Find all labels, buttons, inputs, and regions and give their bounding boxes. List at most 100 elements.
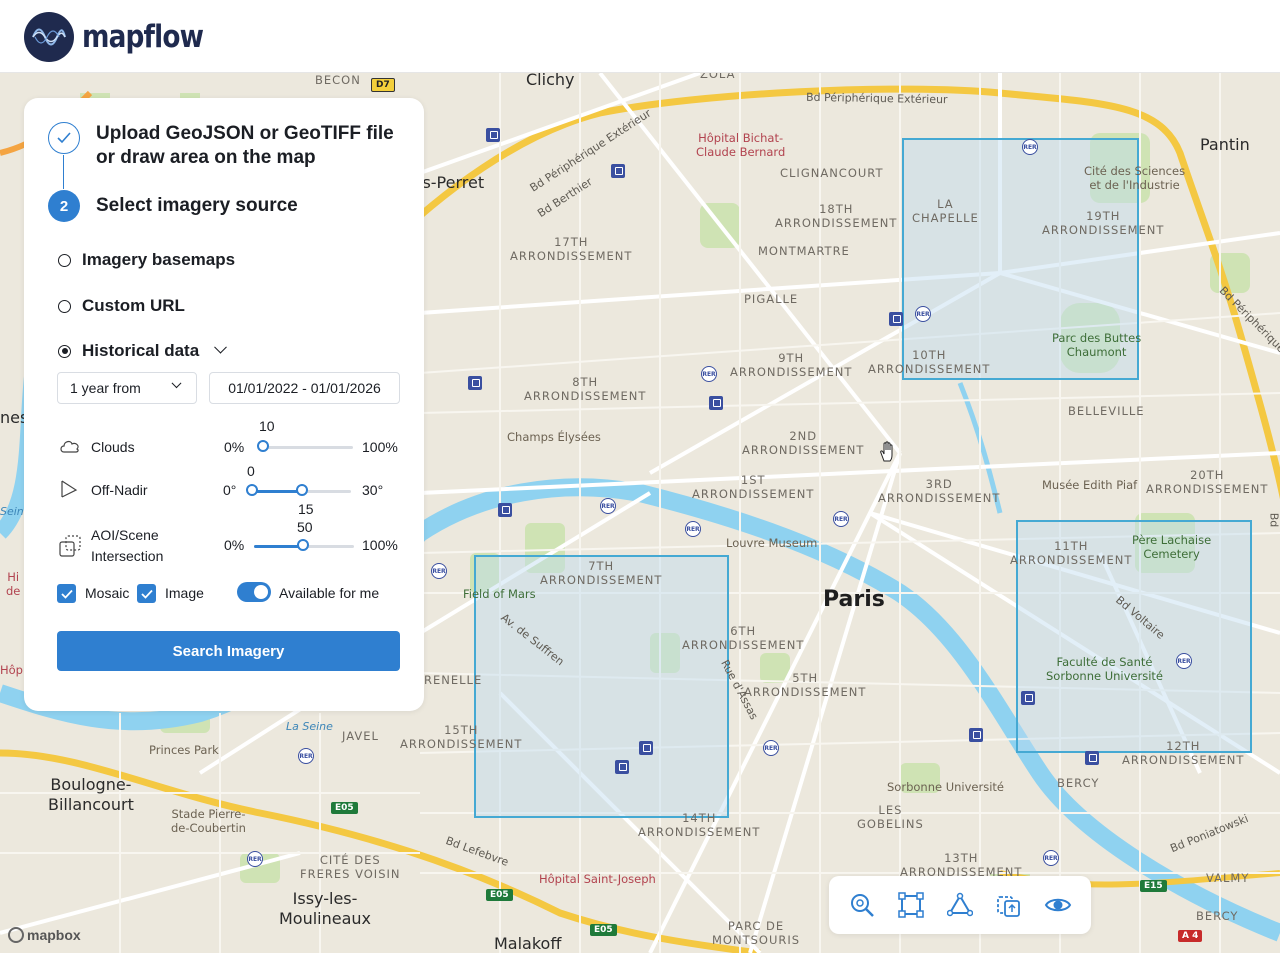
map-label-poi: Champs Élysées — [507, 430, 601, 444]
map-label-neighborhood: MONTMARTRE — [758, 244, 850, 258]
map-label-neighborhood: CLIGNANCOURT — [780, 166, 884, 180]
off-nadir-slider-low-thumb[interactable] — [246, 484, 258, 496]
metro-station-icon — [639, 741, 653, 755]
mosaic-checkbox[interactable] — [57, 584, 76, 603]
available-for-me-toggle[interactable] — [237, 582, 271, 602]
map-label-neighborhood: BERCY — [1057, 776, 1100, 790]
map-label-poi: Parc des Buttes Chaumont — [1052, 331, 1142, 359]
rer-station-icon: RER — [763, 740, 779, 756]
radio-button-selected[interactable] — [58, 344, 71, 358]
map-label-poi: Princes Park — [149, 743, 219, 757]
map-label-hospital: Hi de — [6, 570, 21, 598]
map-label-place: Pantin — [1200, 135, 1250, 154]
logo-wave-icon — [24, 12, 74, 62]
rer-station-icon: RER — [431, 563, 447, 579]
road-shield-e05: E05 — [331, 802, 358, 814]
search-imagery-button[interactable]: Search Imagery — [57, 631, 400, 671]
rer-station-icon: RER — [701, 366, 717, 382]
source-option-custom-url[interactable]: Custom URL — [58, 296, 185, 316]
aoi-intersection-icon — [58, 534, 82, 563]
radio-button[interactable] — [58, 299, 71, 313]
map-label-hospital: Hôpital Saint-Joseph — [539, 872, 656, 886]
date-range-input[interactable]: 01/01/2022 - 01/01/2026 — [209, 372, 400, 404]
map-label-district: 1ST ARRONDISSEMENT — [692, 473, 815, 501]
mapbox-attribution[interactable]: mapbox — [8, 927, 81, 943]
cloud-icon — [58, 437, 82, 460]
map-label-district: 14TH ARRONDISSEMENT — [638, 811, 761, 839]
map-label-poi: Cité des Sciences et de l'Industrie — [1084, 164, 1186, 192]
map-label-poi: Faculté de Santé Sorbonne Université — [1046, 655, 1163, 683]
rer-station-icon: RER — [833, 511, 849, 527]
map-label-neighborhood: BECON — [315, 73, 361, 87]
clouds-slider-track[interactable] — [258, 446, 353, 449]
radio-button[interactable] — [58, 253, 71, 267]
metro-station-icon — [1021, 691, 1035, 705]
step1-done-check-icon — [48, 122, 80, 154]
app-header: mapflow — [0, 0, 1280, 73]
source-option-historical-data[interactable]: Historical data — [58, 340, 228, 361]
aoi-intersection-max: 100% — [362, 537, 398, 553]
step2-number-badge: 2 — [48, 190, 80, 222]
off-nadir-max: 30° — [362, 482, 384, 498]
map-label-neighborhood: LES GOBELINS — [857, 803, 924, 831]
map-label-poi: Louvre Museum — [726, 536, 818, 550]
off-nadir-slider-high-thumb[interactable] — [296, 484, 308, 496]
map-label-poi: Père Lachaise Cemetery — [1132, 533, 1212, 561]
clouds-slider-thumb[interactable] — [257, 440, 269, 452]
off-nadir-low-value: 0 — [247, 463, 255, 479]
metro-station-icon — [486, 128, 500, 142]
chevron-down-icon[interactable] — [214, 340, 228, 354]
off-nadir-slider-fill — [252, 490, 302, 493]
map-label-district: 5TH ARRONDISSEMENT — [744, 671, 867, 699]
hand-cursor-icon — [878, 441, 898, 468]
image-label: Image — [165, 585, 204, 601]
road-shield-e05: E05 — [590, 924, 617, 936]
map-label-district: 10TH ARRONDISSEMENT — [868, 348, 991, 376]
map-label-neighborhood: JAVEL — [342, 729, 379, 743]
image-checkbox[interactable] — [137, 584, 156, 603]
road-shield-d7: D7 — [371, 78, 395, 92]
logo[interactable]: mapflow — [24, 12, 224, 62]
step1-title[interactable]: Upload GeoJSON or GeoTIFF file or draw a… — [96, 122, 406, 170]
map-label-district: 15TH ARRONDISSEMENT — [400, 723, 523, 751]
map-label-neighborhood: LA CHAPELLE — [912, 197, 979, 225]
period-select-value: 1 year from — [70, 380, 141, 396]
clouds-label: Clouds — [91, 439, 135, 455]
draw-polygon-icon[interactable] — [944, 889, 976, 921]
off-nadir-icon — [58, 479, 80, 504]
map-label-district: 19TH ARRONDISSEMENT — [1042, 209, 1165, 237]
mosaic-label: Mosaic — [85, 585, 130, 601]
map-label-district: 11TH ARRONDISSEMENT — [1010, 539, 1133, 567]
off-nadir-label: Off-Nadir — [91, 482, 148, 498]
map-label-neighborhood: CITÉ DES FRERES VOISIN — [300, 853, 401, 881]
map-label-place: Malakoff — [494, 934, 562, 953]
map-label-neighborhood: ZOLA — [700, 73, 736, 81]
clouds-max: 100% — [362, 439, 398, 455]
rer-station-icon: RER — [1043, 850, 1059, 866]
aoi-intersection-value: 50 — [297, 519, 313, 535]
map-label-place: Boulogne- Billancourt — [48, 775, 134, 814]
metro-station-icon — [969, 728, 983, 742]
upload-area-icon[interactable] — [993, 889, 1025, 921]
rer-station-icon: RER — [1022, 139, 1038, 155]
period-select[interactable]: 1 year from — [57, 372, 197, 404]
map-label-poi: Musée Edith Piaf — [1042, 478, 1138, 492]
map-label-district: 8TH ARRONDISSEMENT — [524, 375, 647, 403]
available-for-me-label: Available for me — [279, 585, 380, 601]
map-label-street: Bd — [1267, 512, 1280, 528]
clouds-min: 0% — [224, 439, 245, 455]
metro-station-icon — [889, 312, 903, 326]
zoom-search-icon[interactable] — [846, 889, 878, 921]
map-label-street: La Seine — [286, 720, 333, 733]
map-label-district: 12TH ARRONDISSEMENT — [1122, 739, 1245, 767]
source-option-label: Imagery basemaps — [82, 250, 236, 269]
map-label-neighborhood: PIGALLE — [744, 292, 799, 306]
visibility-eye-icon[interactable] — [1042, 889, 1074, 921]
draw-rectangle-icon[interactable] — [895, 889, 927, 921]
source-option-label: Custom URL — [82, 296, 185, 315]
source-option-imagery-basemaps[interactable]: Imagery basemaps — [58, 250, 235, 270]
map-label-district: 2ND ARRONDISSEMENT — [742, 429, 865, 457]
rer-station-icon: RER — [1176, 653, 1192, 669]
aoi-intersection-slider-thumb[interactable] — [297, 539, 309, 551]
metro-station-icon — [611, 164, 625, 178]
